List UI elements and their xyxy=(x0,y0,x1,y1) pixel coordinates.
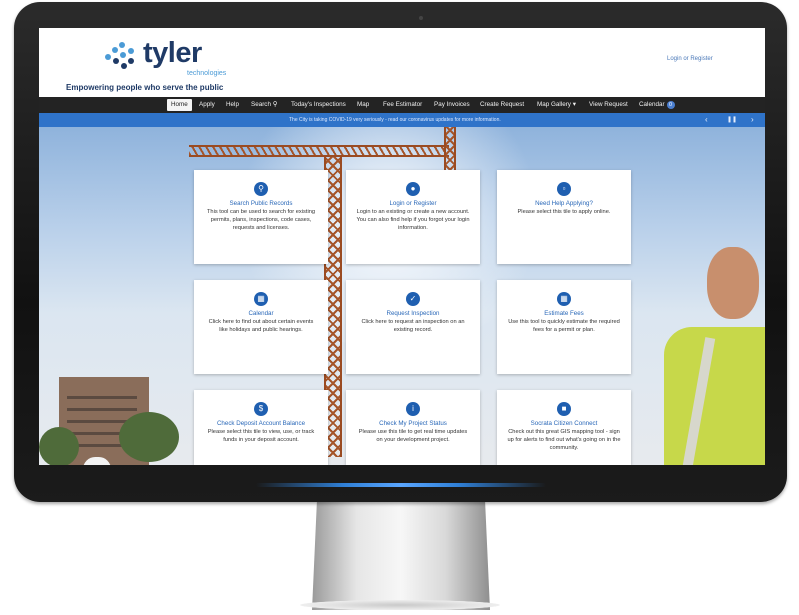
tile-title[interactable]: Calendar xyxy=(194,309,328,318)
search-icon: ⚲ xyxy=(270,101,278,108)
nav-view-request[interactable]: View Request xyxy=(589,97,628,113)
monitor-stand-base xyxy=(300,600,500,610)
tile-search-public-records[interactable]: ⚲ Search Public Records This tool can be… xyxy=(194,170,328,264)
worker-head xyxy=(707,247,759,319)
nav-apply[interactable]: Apply xyxy=(199,97,215,113)
nav-calendar-label: Calendar xyxy=(639,101,665,108)
tile-title[interactable]: Request Inspection xyxy=(346,309,480,318)
tile-socrata-citizen-connect[interactable]: ■ Socrata Citizen Connect Check out this… xyxy=(497,390,631,465)
tree xyxy=(119,412,179,462)
tile-description: Click here to find out about certain eve… xyxy=(208,319,314,333)
tagline: Empowering people who serve the public xyxy=(66,83,224,92)
tile-description: Please select this tile to apply online. xyxy=(517,209,611,215)
calculator-icon: ▦ xyxy=(557,292,571,306)
search-icon: ⚲ xyxy=(254,182,268,196)
nav-fee-estimator[interactable]: Fee Estimator xyxy=(383,97,422,113)
tile-login-register[interactable]: ● Login or Register Login to an existing… xyxy=(346,170,480,264)
chevron-right-icon[interactable]: › xyxy=(751,113,754,127)
tile-check-project-status[interactable]: i Check My Project Status Please use thi… xyxy=(346,390,480,465)
chevron-left-icon[interactable]: ‹ xyxy=(705,113,708,127)
tile-title[interactable]: Login or Register xyxy=(346,199,480,208)
tile-description: Use this tool to quickly estimate the re… xyxy=(508,319,620,333)
tile-title[interactable]: Need Help Applying? xyxy=(497,199,631,208)
calendar-check-icon: ✓ xyxy=(406,292,420,306)
nav-home[interactable]: Home xyxy=(167,99,192,111)
nav-calendar[interactable]: Calendar 0 xyxy=(639,97,675,113)
users-icon: ● xyxy=(406,182,420,196)
tile-title[interactable]: Check Deposit Account Balance xyxy=(194,419,328,428)
pause-icon[interactable]: ❚❚ xyxy=(727,113,737,127)
monitor-stand xyxy=(312,492,490,610)
nav-search-label: Search xyxy=(251,101,271,108)
nav-todays-inspections[interactable]: Today's Inspections xyxy=(291,97,346,113)
nav-pay-invoices[interactable]: Pay Invoices xyxy=(434,97,470,113)
site-header: tyler technologies Empowering people who… xyxy=(39,28,765,97)
tile-title[interactable]: Socrata Citizen Connect xyxy=(497,419,631,428)
main-nav: Home Apply Help Search ⚲ Today's Inspect… xyxy=(39,97,765,113)
clipboard-icon: ▫ xyxy=(557,182,571,196)
worker-vest xyxy=(664,327,765,465)
calendar-icon: ▦ xyxy=(254,292,268,306)
tyler-logo-icon xyxy=(105,42,137,72)
nav-help[interactable]: Help xyxy=(226,97,239,113)
nav-create-request[interactable]: Create Request xyxy=(480,97,524,113)
tile-description: Login to an existing or create a new acc… xyxy=(356,209,470,231)
logo-subtext: technologies xyxy=(187,70,227,77)
alert-banner: The City is taking COVID-19 very serious… xyxy=(39,113,765,127)
tile-title[interactable]: Check My Project Status xyxy=(346,419,480,428)
browser-screen: tyler technologies Empowering people who… xyxy=(39,28,765,465)
tile-description: Please use this tile to get real time up… xyxy=(358,429,468,443)
nav-map-gallery[interactable]: Map Gallery ▾ xyxy=(537,97,576,113)
tile-title[interactable]: Estimate Fees xyxy=(497,309,631,318)
caret-down-icon: ▾ xyxy=(570,101,576,108)
tile-title[interactable]: Search Public Records xyxy=(194,199,328,208)
nav-search[interactable]: Search ⚲ xyxy=(251,97,277,113)
tile-description: Check out this great GIS mapping tool - … xyxy=(507,429,621,451)
monitor-glow xyxy=(256,483,546,487)
dollar-icon: $ xyxy=(254,402,268,416)
tile-description: Please select this tile to view, use, or… xyxy=(207,429,315,443)
tile-check-deposit-account[interactable]: $ Check Deposit Account Balance Please s… xyxy=(194,390,328,465)
tile-estimate-fees[interactable]: ▦ Estimate Fees Use this tool to quickly… xyxy=(497,280,631,374)
nav-map[interactable]: Map xyxy=(357,97,369,113)
alert-text[interactable]: The City is taking COVID-19 very serious… xyxy=(289,113,501,127)
tile-request-inspection[interactable]: ✓ Request Inspection Click here to reque… xyxy=(346,280,480,374)
logo-wordmark[interactable]: tyler xyxy=(143,36,202,70)
folder-icon: ■ xyxy=(557,402,571,416)
tree xyxy=(39,427,79,465)
calendar-count-badge: 0 xyxy=(666,101,675,109)
tile-need-help-applying[interactable]: ▫ Need Help Applying? Please select this… xyxy=(497,170,631,264)
crane-jib xyxy=(189,145,449,157)
webcam-dot xyxy=(419,16,423,20)
info-icon: i xyxy=(406,402,420,416)
login-register-link[interactable]: Login or Register xyxy=(667,56,713,62)
tile-description: Click here to request an inspection on a… xyxy=(361,319,465,333)
tile-calendar[interactable]: ▦ Calendar Click here to find out about … xyxy=(194,280,328,374)
nav-map-gallery-label: Map Gallery xyxy=(537,101,571,108)
tile-description: This tool can be used to search for exis… xyxy=(206,209,316,231)
